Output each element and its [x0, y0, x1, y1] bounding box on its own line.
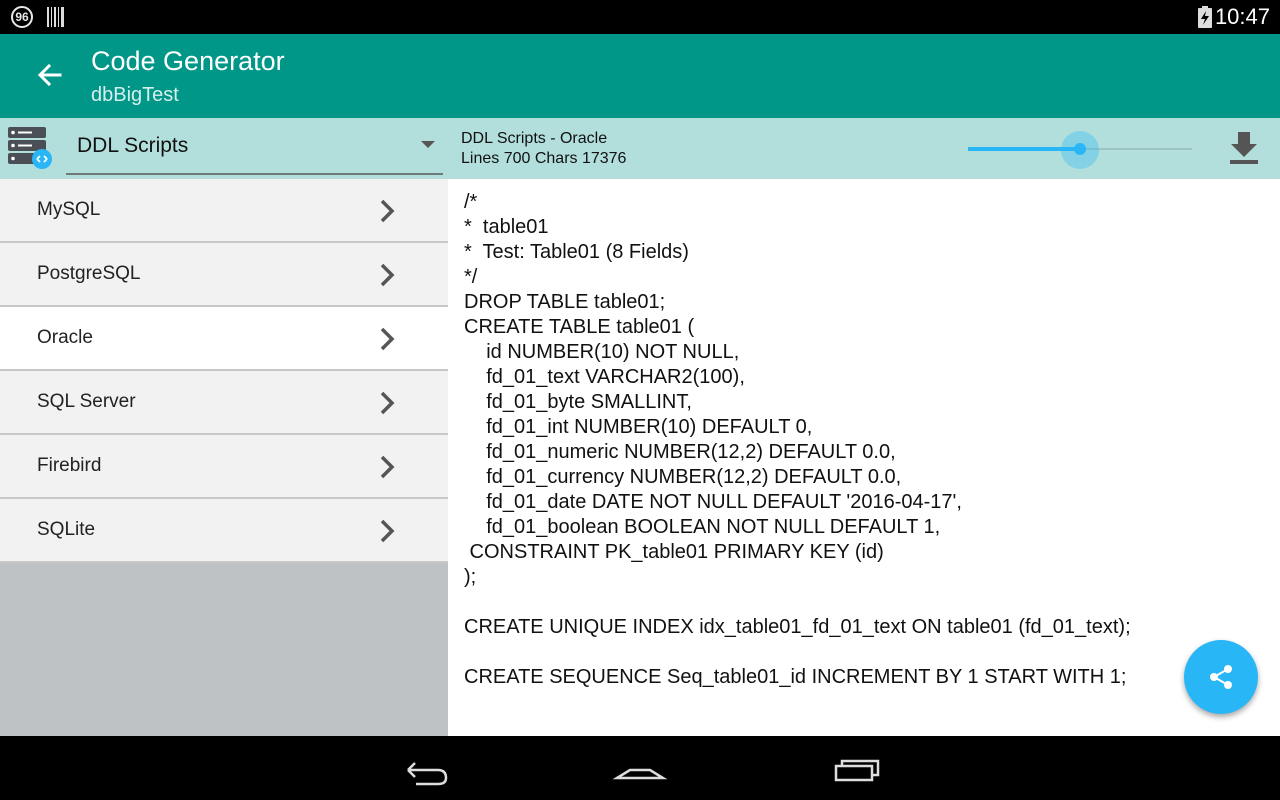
- script-info-bar: DDL Scripts - Oracle Lines 700 Chars 173…: [448, 118, 1280, 179]
- list-item-oracle[interactable]: Oracle: [0, 307, 448, 371]
- script-selector-header: DDL Scripts: [0, 118, 448, 179]
- list-item-postgresql[interactable]: PostgreSQL: [0, 243, 448, 307]
- chevron-right-icon: [380, 519, 395, 543]
- notification-badge: 96: [11, 6, 33, 28]
- page-subtitle: dbBigTest: [91, 84, 179, 106]
- chevron-right-icon: [380, 199, 395, 223]
- list-item-firebird[interactable]: Firebird: [0, 435, 448, 499]
- script-type-value: DDL Scripts: [77, 134, 189, 157]
- database-list-pane: DDL Scripts MySQL PostgreSQL Oracle SQL Ser…: [0, 118, 448, 736]
- script-title: DDL Scripts - Oracle: [461, 130, 608, 147]
- share-icon: [1210, 665, 1232, 689]
- list-item-label: SQL Server: [37, 391, 136, 412]
- app-bar: Code Generator dbBigTest: [0, 34, 1280, 118]
- database-list: MySQL PostgreSQL Oracle SQL Server Firebird S…: [0, 179, 448, 563]
- generated-code: /* * table01 * Test: Table01 (8 Fields) …: [464, 191, 1131, 688]
- list-item-sqlite[interactable]: SQLite: [0, 499, 448, 563]
- battery-charging-icon: [1198, 6, 1212, 28]
- chevron-right-icon: [380, 391, 395, 415]
- code-pane: DDL Scripts - Oracle Lines 700 Chars 173…: [448, 118, 1280, 736]
- dropdown-arrow-icon: [421, 141, 435, 148]
- arrow-back-icon[interactable]: [24, 54, 72, 98]
- page-title: Code Generator: [91, 46, 285, 76]
- list-item-label: SQLite: [37, 519, 96, 540]
- download-icon[interactable]: [1224, 128, 1264, 168]
- status-time: 10:47: [1214, 4, 1270, 29]
- share-button[interactable]: [1184, 640, 1258, 714]
- recents-nav-icon[interactable]: [828, 750, 888, 790]
- status-bar: 96 10:47: [0, 0, 1280, 34]
- font-size-slider[interactable]: [968, 131, 1194, 169]
- chevron-right-icon: [380, 327, 395, 351]
- list-item-label: Oracle: [37, 327, 93, 348]
- slider-thumb[interactable]: [1074, 143, 1086, 155]
- barcode-icon: [47, 7, 64, 27]
- chevron-right-icon: [380, 455, 395, 479]
- list-item-label: Firebird: [37, 455, 102, 476]
- script-type-dropdown[interactable]: DDL Scripts: [66, 118, 443, 175]
- system-nav-bar: [0, 736, 1280, 800]
- list-item-label: PostgreSQL: [37, 263, 141, 284]
- list-item-label: MySQL: [37, 199, 101, 220]
- chevron-right-icon: [380, 263, 395, 287]
- home-nav-icon[interactable]: [610, 750, 670, 790]
- list-item-sql-server[interactable]: SQL Server: [0, 371, 448, 435]
- script-stats: Lines 700 Chars 17376: [461, 150, 627, 167]
- list-item-mysql[interactable]: MySQL: [0, 179, 448, 243]
- back-nav-icon[interactable]: [394, 750, 454, 790]
- database-server-icon: [8, 127, 52, 169]
